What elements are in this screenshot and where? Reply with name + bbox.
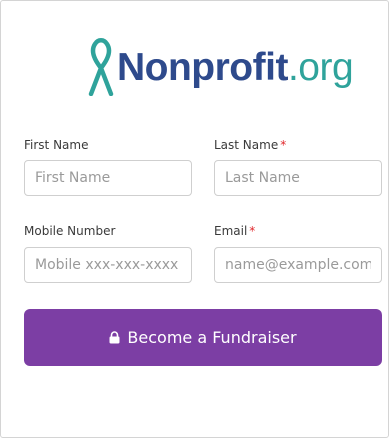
first-name-label: First Name [24, 138, 88, 152]
mobile-number-input[interactable] [24, 247, 192, 283]
nonprofit-logo: Nonprofit.org [87, 37, 354, 97]
last-name-label: Last Name * [214, 138, 286, 152]
last-name-input[interactable] [214, 160, 382, 196]
first-name-input[interactable] [24, 160, 192, 196]
email-label: Email * [214, 224, 255, 238]
become-fundraiser-label: Become a Fundraiser [127, 328, 297, 347]
first-name-label-text: First Name [24, 138, 89, 152]
awareness-ribbon-icon [88, 38, 114, 96]
last-name-label-text: Last Name [214, 138, 279, 152]
required-marker: * [249, 224, 256, 238]
mobile-number-label: Mobile Number [24, 224, 115, 238]
email-label-text: Email [214, 224, 248, 238]
brand-name-domain: .org [287, 45, 354, 89]
lock-icon [109, 331, 120, 344]
brand-name-bold: Nonprofit [117, 45, 288, 89]
required-marker: * [280, 138, 287, 152]
email-input[interactable] [214, 247, 382, 283]
mobile-number-label-text: Mobile Number [24, 224, 116, 238]
brand-name: Nonprofit.org [117, 45, 354, 89]
signup-card: Nonprofit.org First Name Last Name* Mobi… [0, 0, 389, 438]
become-fundraiser-button[interactable]: Become a Fundraiser [24, 309, 382, 366]
